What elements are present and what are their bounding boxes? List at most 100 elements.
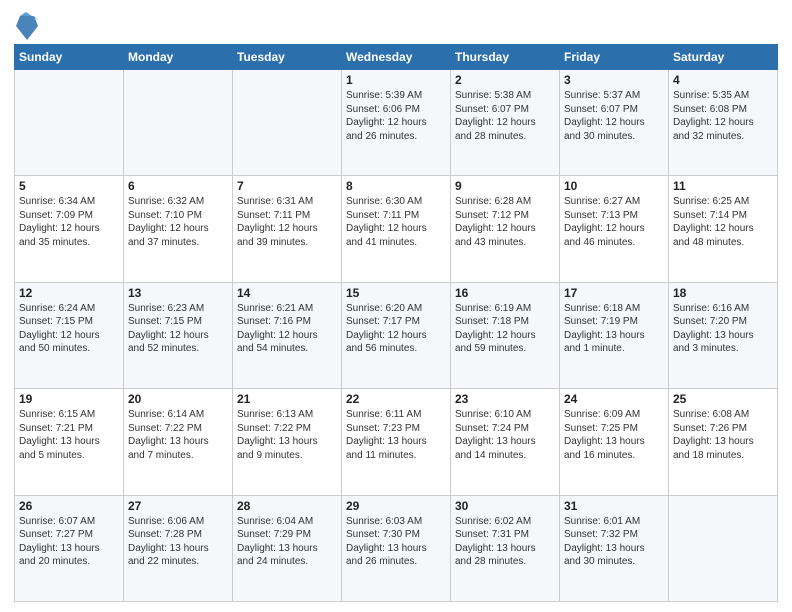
day-info: Sunrise: 6:03 AM Sunset: 7:30 PM Dayligh… (346, 515, 446, 569)
day-number: 6 (128, 179, 228, 193)
day-info: Sunrise: 6:30 AM Sunset: 7:11 PM Dayligh… (346, 195, 446, 249)
calendar-cell: 3 Sunrise: 5:37 AM Sunset: 6:07 PM Daylig… (560, 70, 669, 176)
day-number: 9 (455, 179, 555, 193)
calendar-cell: 14 Sunrise: 6:21 AM Sunset: 7:16 PM Dayli… (233, 282, 342, 388)
day-number: 3 (564, 73, 664, 87)
weekday-header-row: SundayMondayTuesdayWednesdayThursdayFrid… (15, 45, 778, 70)
calendar-cell: 7 Sunrise: 6:31 AM Sunset: 7:11 PM Daylig… (233, 176, 342, 282)
calendar-cell: 19Sunrise: 6:15 AM Sunset: 7:21 PM Dayli… (15, 389, 124, 495)
weekday-header: Monday (124, 45, 233, 70)
calendar-cell: 10 Sunrise: 6:27 AM Sunset: 7:13 PM Dayli… (560, 176, 669, 282)
day-number: 10 (564, 179, 664, 193)
calendar-cell: 15Sunrise: 6:20 AM Sunset: 7:17 PM Dayli… (342, 282, 451, 388)
calendar-cell: 1Sunrise: 5:39 AM Sunset: 6:06 PM Daylig… (342, 70, 451, 176)
calendar-cell: 25 Sunrise: 6:08 AM Sunset: 7:26 PM Dayli… (669, 389, 778, 495)
day-number: 8 (346, 179, 446, 193)
day-number: 5 (19, 179, 119, 193)
calendar-cell: 21Sunrise: 6:13 AM Sunset: 7:22 PM Dayli… (233, 389, 342, 495)
day-number: 30 (455, 499, 555, 513)
day-number: 16 (455, 286, 555, 300)
calendar-cell: 24 Sunrise: 6:09 AM Sunset: 7:25 PM Dayli… (560, 389, 669, 495)
calendar-cell: 29 Sunrise: 6:03 AM Sunset: 7:30 PM Dayli… (342, 495, 451, 601)
day-number: 14 (237, 286, 337, 300)
calendar-week-row: 26 Sunrise: 6:07 AM Sunset: 7:27 PM Dayli… (15, 495, 778, 601)
weekday-header: Tuesday (233, 45, 342, 70)
calendar-week-row: 19Sunrise: 6:15 AM Sunset: 7:21 PM Dayli… (15, 389, 778, 495)
day-info: Sunrise: 6:28 AM Sunset: 7:12 PM Dayligh… (455, 195, 555, 249)
day-number: 22 (346, 392, 446, 406)
calendar-week-row: 12Sunrise: 6:24 AM Sunset: 7:15 PM Dayli… (15, 282, 778, 388)
calendar-cell: 26 Sunrise: 6:07 AM Sunset: 7:27 PM Dayli… (15, 495, 124, 601)
day-info: Sunrise: 6:14 AM Sunset: 7:22 PM Dayligh… (128, 408, 228, 462)
day-number: 13 (128, 286, 228, 300)
calendar-cell: 9 Sunrise: 6:28 AM Sunset: 7:12 PM Daylig… (451, 176, 560, 282)
calendar-cell: 6 Sunrise: 6:32 AM Sunset: 7:10 PM Daylig… (124, 176, 233, 282)
day-number: 25 (673, 392, 773, 406)
day-info: Sunrise: 6:21 AM Sunset: 7:16 PM Dayligh… (237, 302, 337, 356)
day-number: 28 (237, 499, 337, 513)
calendar-page: SundayMondayTuesdayWednesdayThursdayFrid… (0, 0, 792, 612)
logo (14, 14, 38, 40)
calendar-cell (15, 70, 124, 176)
day-info: Sunrise: 6:11 AM Sunset: 7:23 PM Dayligh… (346, 408, 446, 462)
calendar-cell: 16 Sunrise: 6:19 AM Sunset: 7:18 PM Dayli… (451, 282, 560, 388)
calendar-table: SundayMondayTuesdayWednesdayThursdayFrid… (14, 44, 778, 602)
day-info: Sunrise: 6:34 AM Sunset: 7:09 PM Dayligh… (19, 195, 119, 249)
day-number: 27 (128, 499, 228, 513)
day-number: 2 (455, 73, 555, 87)
day-number: 18 (673, 286, 773, 300)
day-number: 7 (237, 179, 337, 193)
day-info: Sunrise: 6:02 AM Sunset: 7:31 PM Dayligh… (455, 515, 555, 569)
day-number: 31 (564, 499, 664, 513)
day-number: 29 (346, 499, 446, 513)
day-number: 20 (128, 392, 228, 406)
day-info: Sunrise: 6:19 AM Sunset: 7:18 PM Dayligh… (455, 302, 555, 356)
day-info: Sunrise: 6:18 AM Sunset: 7:19 PM Dayligh… (564, 302, 664, 356)
day-info: Sunrise: 6:23 AM Sunset: 7:15 PM Dayligh… (128, 302, 228, 356)
weekday-header: Thursday (451, 45, 560, 70)
day-number: 12 (19, 286, 119, 300)
calendar-week-row: 1Sunrise: 5:39 AM Sunset: 6:06 PM Daylig… (15, 70, 778, 176)
day-info: Sunrise: 6:27 AM Sunset: 7:13 PM Dayligh… (564, 195, 664, 249)
calendar-cell: 5 Sunrise: 6:34 AM Sunset: 7:09 PM Daylig… (15, 176, 124, 282)
day-number: 4 (673, 73, 773, 87)
day-info: Sunrise: 5:39 AM Sunset: 6:06 PM Dayligh… (346, 89, 446, 143)
calendar-cell: 4 Sunrise: 5:35 AM Sunset: 6:08 PM Daylig… (669, 70, 778, 176)
calendar-cell: 22 Sunrise: 6:11 AM Sunset: 7:23 PM Dayli… (342, 389, 451, 495)
day-info: Sunrise: 6:01 AM Sunset: 7:32 PM Dayligh… (564, 515, 664, 569)
day-info: Sunrise: 6:20 AM Sunset: 7:17 PM Dayligh… (346, 302, 446, 356)
day-number: 11 (673, 179, 773, 193)
calendar-cell (233, 70, 342, 176)
calendar-cell (669, 495, 778, 601)
calendar-cell (124, 70, 233, 176)
day-info: Sunrise: 6:31 AM Sunset: 7:11 PM Dayligh… (237, 195, 337, 249)
weekday-header: Sunday (15, 45, 124, 70)
calendar-week-row: 5 Sunrise: 6:34 AM Sunset: 7:09 PM Daylig… (15, 176, 778, 282)
calendar-cell: 20 Sunrise: 6:14 AM Sunset: 7:22 PM Dayli… (124, 389, 233, 495)
day-info: Sunrise: 6:07 AM Sunset: 7:27 PM Dayligh… (19, 515, 119, 569)
day-info: Sunrise: 5:37 AM Sunset: 6:07 PM Dayligh… (564, 89, 664, 143)
day-number: 19 (19, 392, 119, 406)
weekday-header: Friday (560, 45, 669, 70)
calendar-cell: 13 Sunrise: 6:23 AM Sunset: 7:15 PM Dayli… (124, 282, 233, 388)
calendar-cell: 31 Sunrise: 6:01 AM Sunset: 7:32 PM Dayli… (560, 495, 669, 601)
weekday-header: Saturday (669, 45, 778, 70)
day-info: Sunrise: 5:35 AM Sunset: 6:08 PM Dayligh… (673, 89, 773, 143)
day-info: Sunrise: 6:32 AM Sunset: 7:10 PM Dayligh… (128, 195, 228, 249)
day-info: Sunrise: 6:04 AM Sunset: 7:29 PM Dayligh… (237, 515, 337, 569)
day-number: 24 (564, 392, 664, 406)
logo-icon (16, 12, 38, 40)
day-info: Sunrise: 6:08 AM Sunset: 7:26 PM Dayligh… (673, 408, 773, 462)
calendar-cell: 2Sunrise: 5:38 AM Sunset: 6:07 PM Daylig… (451, 70, 560, 176)
calendar-cell: 28 Sunrise: 6:04 AM Sunset: 7:29 PM Dayli… (233, 495, 342, 601)
calendar-cell: 12Sunrise: 6:24 AM Sunset: 7:15 PM Dayli… (15, 282, 124, 388)
calendar-cell: 11 Sunrise: 6:25 AM Sunset: 7:14 PM Dayli… (669, 176, 778, 282)
calendar-cell: 30 Sunrise: 6:02 AM Sunset: 7:31 PM Dayli… (451, 495, 560, 601)
day-info: Sunrise: 6:09 AM Sunset: 7:25 PM Dayligh… (564, 408, 664, 462)
calendar-cell: 17 Sunrise: 6:18 AM Sunset: 7:19 PM Dayli… (560, 282, 669, 388)
calendar-cell: 8 Sunrise: 6:30 AM Sunset: 7:11 PM Daylig… (342, 176, 451, 282)
day-number: 17 (564, 286, 664, 300)
day-number: 23 (455, 392, 555, 406)
day-number: 26 (19, 499, 119, 513)
day-info: Sunrise: 6:25 AM Sunset: 7:14 PM Dayligh… (673, 195, 773, 249)
